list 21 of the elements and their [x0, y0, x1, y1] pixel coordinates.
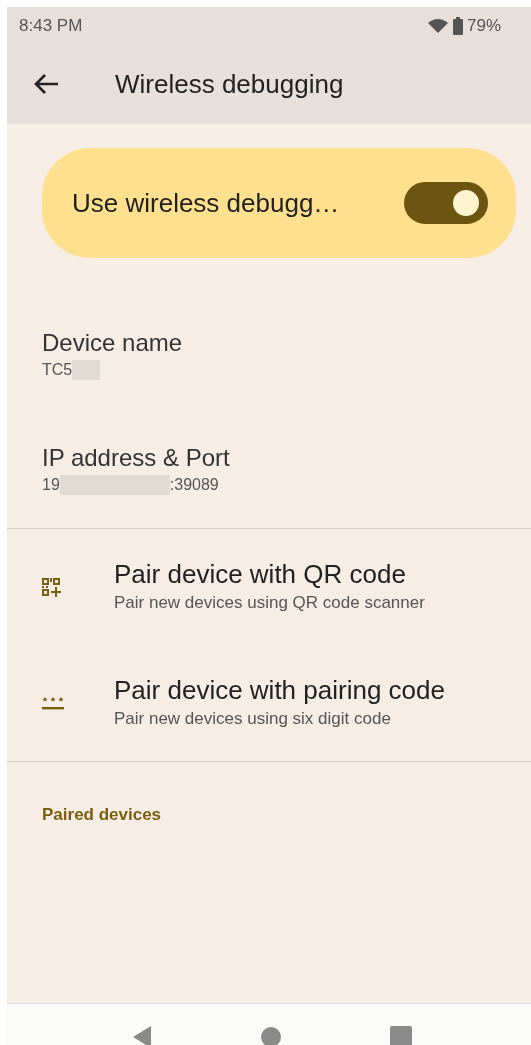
- pairing-option[interactable]: Pair device with QR code Pair new devices using QR code scanner: [7, 529, 531, 645]
- toggle-label: Use wireless debugg…: [72, 186, 340, 220]
- pairing-code-icon: [42, 696, 64, 711]
- toggle-switch[interactable]: [404, 182, 488, 224]
- toggle-card[interactable]: Use wireless debugg…: [42, 148, 516, 258]
- wifi-icon: [426, 17, 449, 34]
- section-header: Paired devices: [41, 804, 163, 826]
- screen-title: Wireless debugging: [115, 67, 344, 101]
- battery-level: 79%: [466, 14, 501, 37]
- pairing-option[interactable]: Pair device with pairing code Pair new devices using six digit code: [7, 645, 531, 761]
- setting-value: :39089: [169, 474, 219, 495]
- setting-title: IP address & Port: [42, 444, 231, 473]
- setting-title: Device name: [42, 329, 184, 358]
- status-time: 8:43 PM: [19, 14, 83, 37]
- home-nav-icon[interactable]: [260, 1026, 282, 1045]
- back-nav-icon[interactable]: [131, 1026, 153, 1045]
- setting-value: TC5: [42, 359, 73, 380]
- qr-code-icon: [42, 577, 62, 598]
- setting-value: 19: [42, 474, 60, 495]
- back-arrow-icon[interactable]: [33, 73, 59, 95]
- battery-icon: [452, 16, 463, 35]
